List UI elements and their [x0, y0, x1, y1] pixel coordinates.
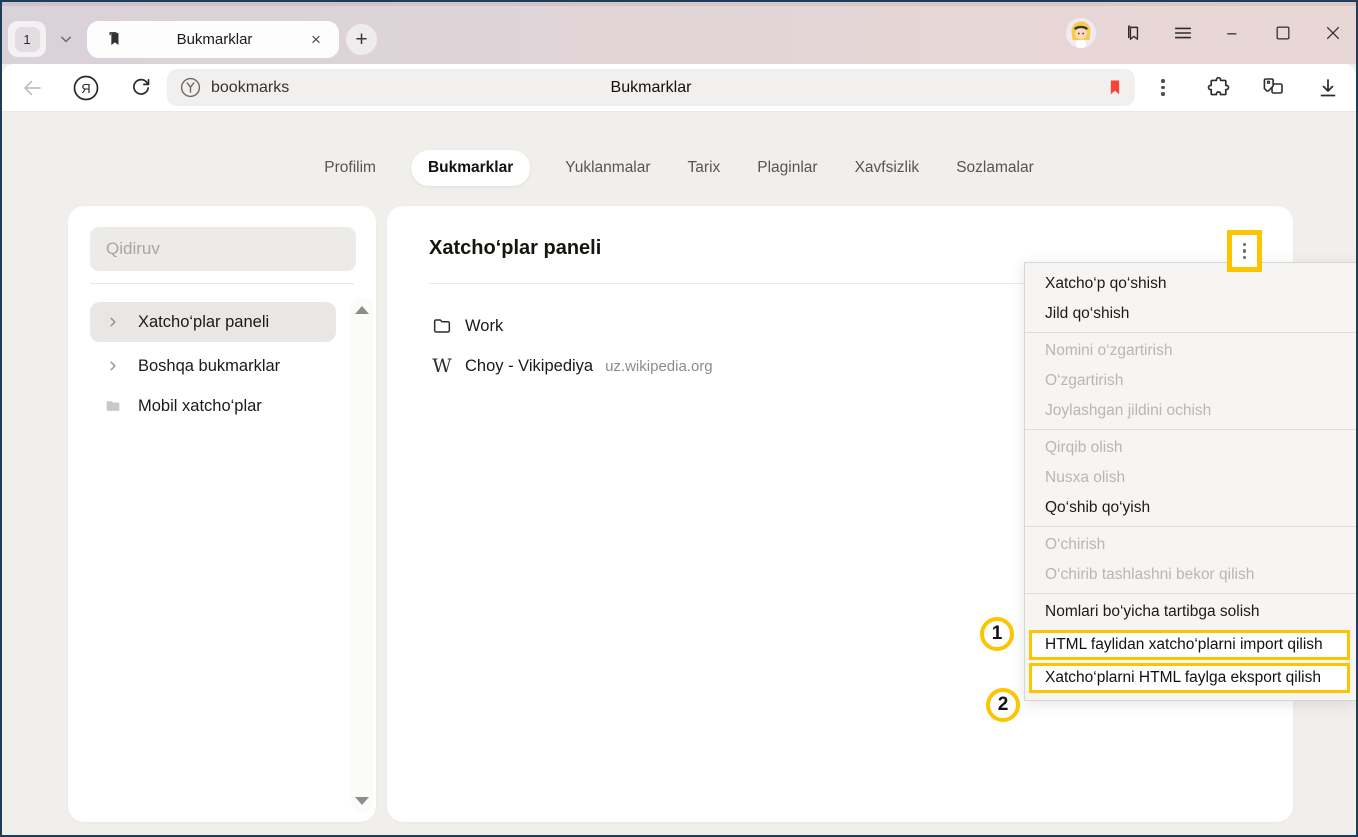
close-icon — [1323, 23, 1343, 43]
browser-window: 1 Bukmarklar × + — [0, 0, 1358, 837]
bookmark-icon — [105, 30, 124, 49]
bookmark-url: uz.wikipedia.org — [605, 358, 713, 375]
menu-item-qirqib-olish: Qirqib olish — [1025, 433, 1356, 463]
menu-item-nusxa-olish: Nusxa olish — [1025, 463, 1356, 493]
toolbar: Я bookmarks Bukmarklar — [2, 64, 1356, 112]
bookmark-row-work[interactable]: Work — [429, 306, 993, 346]
address-bar[interactable]: bookmarks Bukmarklar — [167, 69, 1135, 106]
yandex-home-button[interactable]: Я — [66, 68, 106, 108]
menu-item-ozgartirish: O‘zgartirish — [1025, 366, 1356, 396]
menu-item-xatchop-qoshish[interactable]: Xatcho‘p qo‘shish — [1025, 269, 1356, 299]
chevron-down-icon — [56, 29, 76, 49]
minimize-button[interactable] — [1220, 20, 1246, 46]
sidebar-item-label: Xatcho‘plar paneli — [138, 313, 269, 332]
extensions-button[interactable] — [1198, 68, 1238, 108]
avatar-icon — [1066, 18, 1096, 48]
settings-nav: Profilim Bukmarklar Yuklanmalar Tarix Pl… — [322, 150, 1035, 186]
nav-tab-xavfsizlik[interactable]: Xavfsizlik — [853, 150, 922, 186]
menu-item-ochirib-tashlashni-bekor-qilish: O‘chirib tashlashni bekor qilish — [1025, 560, 1356, 590]
menu-separator — [1025, 593, 1356, 594]
hamburger-menu-icon — [1172, 22, 1194, 44]
panel-menu-button-highlight — [1227, 230, 1262, 272]
site-badge-icon — [179, 76, 202, 99]
bookmark-flag-icon[interactable] — [1105, 77, 1125, 99]
kebab-icon — [1243, 243, 1247, 260]
menu-item-joylashgan-jildini-ochish: Joylashgan jildini ochish — [1025, 396, 1356, 426]
search-input[interactable] — [90, 227, 356, 271]
menu-separator — [1025, 526, 1356, 527]
browser-menu-button[interactable] — [1170, 20, 1196, 46]
step-badge-2: 2 — [986, 688, 1020, 722]
download-icon — [1316, 76, 1340, 100]
menu-item-import-html[interactable]: HTML faylidan xatcho‘plarni import qilis… — [1029, 630, 1350, 660]
nav-tab-sozlamalar[interactable]: Sozlamalar — [954, 150, 1036, 186]
bookmark-outline-icon — [1123, 23, 1144, 44]
step-badge-1: 1 — [980, 617, 1014, 651]
svg-text:Я: Я — [81, 81, 90, 96]
new-tab-button[interactable]: + — [346, 24, 377, 55]
bookmarks-context-menu: Xatcho‘p qo‘shish Jild qo‘shish Nomini o… — [1024, 262, 1356, 701]
panel-menu-button[interactable] — [1232, 235, 1257, 267]
tab-count: 1 — [15, 27, 40, 52]
collections-tag-icon — [1260, 75, 1286, 101]
minimize-icon — [1223, 23, 1243, 43]
downloads-button[interactable] — [1308, 68, 1348, 108]
sidebar-divider — [90, 283, 354, 284]
tab-title: Bukmarklar — [124, 31, 305, 48]
nav-tab-bukmarklar[interactable]: Bukmarklar — [411, 150, 530, 186]
menu-item-nomlari-boyicha-tartibga-solish[interactable]: Nomlari bo‘yicha tartibga solish — [1025, 597, 1356, 627]
browser-tab-bukmarklar[interactable]: Bukmarklar × — [87, 21, 339, 58]
scroll-down-icon[interactable] — [355, 797, 369, 805]
bookmark-title: Work — [465, 317, 503, 336]
puzzle-icon — [1206, 75, 1231, 100]
kebab-icon — [1161, 79, 1165, 96]
chevron-right-icon — [104, 357, 122, 375]
profile-avatar[interactable] — [1066, 18, 1096, 48]
nav-tab-profilim[interactable]: Profilim — [322, 150, 378, 186]
panel-bookmark-button[interactable] — [1120, 20, 1146, 46]
tab-counter-button[interactable]: 1 — [8, 21, 46, 57]
back-button[interactable] — [12, 68, 52, 108]
close-tab-icon[interactable]: × — [305, 29, 327, 51]
wikipedia-favicon: W — [432, 357, 452, 376]
refresh-icon — [129, 76, 153, 100]
menu-item-nomini-ozgartirish: Nomini o‘zgartirish — [1025, 336, 1356, 366]
address-page-title: Bukmarklar — [167, 79, 1135, 97]
close-window-button[interactable] — [1320, 20, 1346, 46]
menu-item-export-html[interactable]: Xatcho‘plarni HTML faylga eksport qilish — [1029, 663, 1350, 693]
panel-heading: Xatcho‘plar paneli — [429, 237, 601, 260]
bookmarks-sidebar: Xatcho‘plar paneli Boshqa bukmarklar Mob… — [68, 206, 376, 822]
folder-filled-icon — [104, 397, 122, 415]
nav-tab-yuklanmalar[interactable]: Yuklanmalar — [563, 150, 652, 186]
sidebar-scrollbar[interactable] — [351, 298, 373, 813]
yandex-logo-icon: Я — [71, 73, 101, 103]
collections-button[interactable] — [1253, 68, 1293, 108]
tab-list-chevron-button[interactable] — [54, 22, 78, 56]
bookmark-row-choy-vikipediya[interactable]: W Choy - Vikipediya uz.wikipedia.org — [429, 346, 993, 386]
sidebar-item-xatchoplar-paneli[interactable]: Xatcho‘plar paneli — [90, 302, 336, 342]
titlebar: 1 Bukmarklar × + — [2, 2, 1356, 64]
sidebar-item-mobil-xatchoplar[interactable]: Mobil xatcho‘plar — [90, 386, 336, 426]
toolbar-more-button[interactable] — [1143, 68, 1183, 108]
menu-item-jild-qoshish[interactable]: Jild qo‘shish — [1025, 299, 1356, 329]
chevron-right-icon — [104, 313, 122, 331]
nav-tab-tarix[interactable]: Tarix — [686, 150, 723, 186]
menu-separator — [1025, 429, 1356, 430]
maximize-icon — [1273, 23, 1293, 43]
nav-tab-plaginlar[interactable]: Plaginlar — [755, 150, 819, 186]
menu-item-ochirish: O‘chirish — [1025, 530, 1356, 560]
refresh-button[interactable] — [121, 68, 161, 108]
folder-outline-icon — [431, 315, 453, 337]
sidebar-item-boshqa-bukmarklar[interactable]: Boshqa bukmarklar — [90, 346, 336, 386]
back-arrow-icon — [20, 76, 44, 100]
menu-item-qoshib-qoyish[interactable]: Qo‘shib qo‘yish — [1025, 493, 1356, 523]
scroll-up-icon[interactable] — [355, 306, 369, 314]
address-input[interactable]: bookmarks — [211, 79, 289, 97]
sidebar-item-label: Boshqa bukmarklar — [138, 357, 280, 376]
bookmark-title: Choy - Vikipediya — [465, 357, 593, 376]
menu-separator — [1025, 332, 1356, 333]
sidebar-item-label: Mobil xatcho‘plar — [138, 397, 262, 416]
maximize-button[interactable] — [1270, 20, 1296, 46]
